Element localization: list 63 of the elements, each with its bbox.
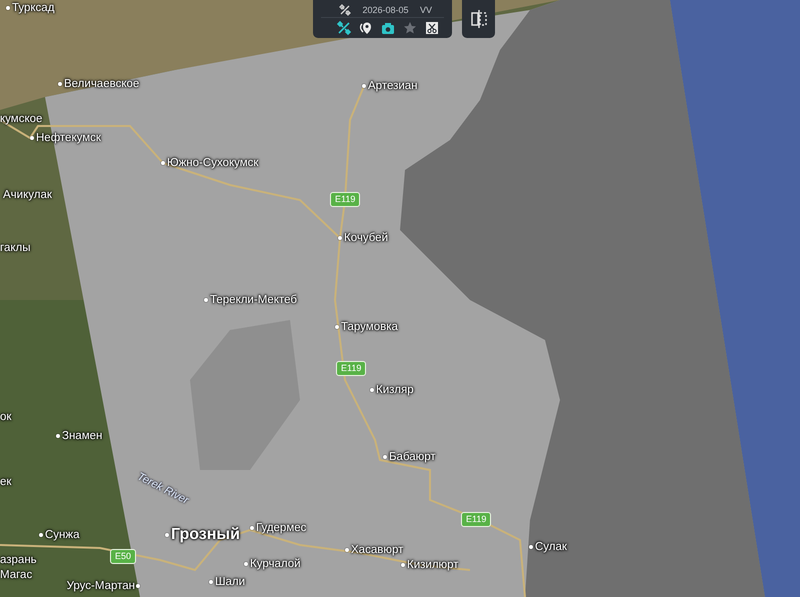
town-dot-icon	[244, 562, 248, 566]
road-number-sign: E119	[461, 512, 492, 527]
place-label: Сунжа	[45, 528, 80, 542]
polarization-label: VV	[420, 4, 432, 16]
town-dot-icon	[39, 533, 43, 537]
date-label: 2026-08-05	[362, 4, 409, 16]
place-label: Гудермес	[256, 521, 306, 535]
place-label: азрань	[0, 553, 37, 567]
place-label: Хасавюрт	[351, 543, 404, 557]
place-label: Грозный	[171, 525, 240, 545]
place-label: Южно-Сухокумск	[167, 156, 258, 170]
place-label: Кизляр	[376, 383, 414, 397]
star-icon	[403, 21, 417, 35]
place-label: ек	[0, 475, 12, 489]
river-label: Terek River	[135, 470, 190, 507]
town-dot-icon	[401, 563, 405, 567]
town-dot-icon	[345, 548, 349, 552]
place-label: Кочубей	[344, 231, 388, 245]
place-label: кумское	[0, 112, 42, 126]
place-label: Курчалой	[250, 557, 301, 571]
town-dot-icon	[209, 580, 213, 584]
place-label: Шали	[215, 575, 246, 589]
place-label: Тарумовка	[341, 320, 398, 334]
town-dot-icon	[529, 545, 533, 549]
satellite-icon	[339, 4, 351, 16]
town-dot-icon	[335, 325, 339, 329]
place-label: Турксад	[12, 1, 54, 15]
place-label: Артезиан	[368, 79, 418, 93]
place-label: Величаевское	[64, 77, 140, 91]
place-label: Урус-Мартан	[66, 579, 135, 593]
town-dot-icon	[6, 6, 10, 10]
town-dot-icon	[204, 298, 208, 302]
satellite-tool-button[interactable]	[335, 19, 353, 37]
town-dot-icon	[58, 82, 62, 86]
town-dot-icon	[250, 526, 254, 530]
town-dot-icon	[56, 434, 60, 438]
road-number-sign: E119	[336, 361, 366, 376]
town-dot-icon	[338, 236, 342, 240]
place-label: Сулак	[535, 540, 567, 554]
road-number-sign: E50	[110, 549, 136, 564]
town-dot-icon	[370, 388, 374, 392]
map-pins-icon	[359, 21, 373, 35]
town-dot-icon	[362, 84, 366, 88]
split-view-icon	[470, 9, 488, 29]
compare-button[interactable]	[462, 0, 495, 38]
town-dot-icon	[30, 136, 34, 140]
scissors-tool-button[interactable]	[423, 19, 441, 37]
place-label: ок	[0, 410, 12, 424]
place-label: гаклы	[0, 241, 30, 255]
town-dot-icon	[136, 584, 140, 588]
satellite-icon	[337, 21, 351, 35]
place-label: Знамен	[62, 429, 102, 443]
camera-icon	[381, 21, 395, 35]
town-dot-icon	[161, 161, 165, 165]
scissors-icon	[425, 21, 439, 35]
place-label: Ачикулак	[3, 188, 52, 202]
place-label: Магас	[0, 568, 32, 582]
place-label: Терекли-Мектеб	[210, 293, 297, 307]
place-label: Бабаюрт	[389, 450, 436, 464]
town-dot-icon	[383, 455, 387, 459]
town-dot-icon	[165, 533, 169, 537]
road-number-sign: E119	[330, 192, 360, 207]
place-label: Кизилюрт	[407, 558, 459, 572]
